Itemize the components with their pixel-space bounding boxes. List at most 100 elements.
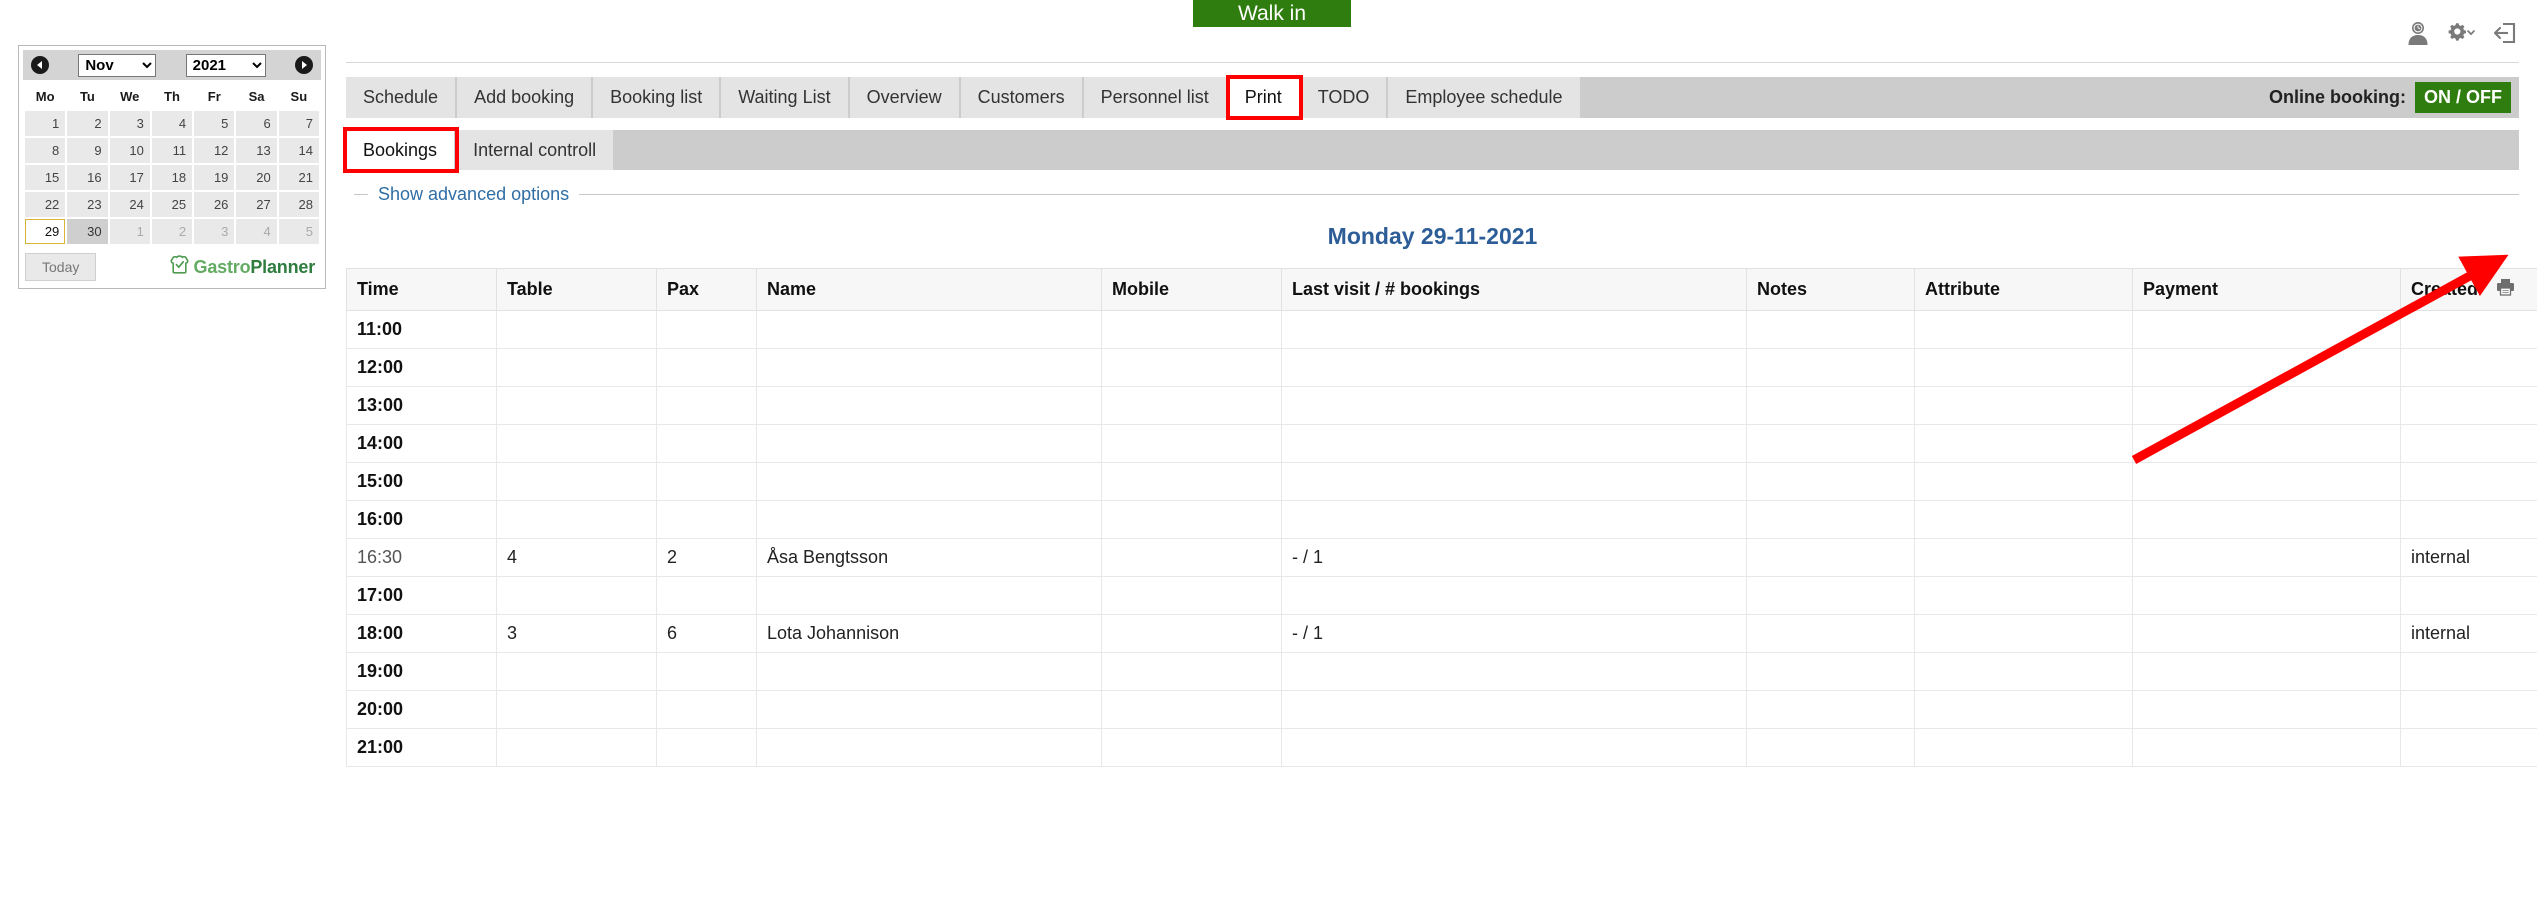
tab-todo[interactable]: TODO (1300, 77, 1389, 118)
table-row[interactable]: 18:00 3 6 Lota Johannison - / 1 internal (346, 614, 2537, 653)
show-advanced-options-link[interactable]: Show advanced options (378, 184, 569, 205)
cell-payment (2132, 500, 2401, 539)
calendar-day-18[interactable]: 18 (151, 165, 193, 190)
tab-overview[interactable]: Overview (849, 77, 961, 118)
month-select[interactable]: JanFebMarAprMayJunJulAugSepOctNovDec (78, 53, 157, 77)
calendar-day-27[interactable]: 27 (236, 192, 277, 217)
calendar-day-1[interactable]: 1 (109, 219, 150, 244)
calendar-day-20[interactable]: 20 (236, 165, 277, 190)
main-tab-bar: Schedule Add booking Booking list Waiting L… (346, 75, 2519, 120)
user-account-icon[interactable] (2405, 20, 2431, 46)
tab-schedule[interactable]: Schedule (346, 77, 458, 118)
calendar-day-11[interactable]: 11 (151, 138, 193, 163)
table-row[interactable]: 16:00 (346, 500, 2537, 539)
cell-mobile (1101, 576, 1282, 615)
cell-time: 14:00 (346, 424, 497, 463)
table-row[interactable]: 11:00 (346, 310, 2537, 349)
column-header-created: Created (2400, 268, 2537, 311)
calendar-day-3[interactable]: 3 (109, 111, 150, 136)
cell-attribute (1914, 652, 2133, 691)
table-row[interactable]: 16:30 4 2 Åsa Bengtsson - / 1 internal (346, 538, 2537, 577)
printer-icon[interactable] (2496, 278, 2515, 296)
tab-employee-schedule[interactable]: Employee schedule (1388, 77, 1582, 118)
calendar-day-29[interactable]: 29 (25, 219, 66, 244)
calendar-day-19[interactable]: 19 (194, 165, 235, 190)
calendar-day-21[interactable]: 21 (278, 165, 319, 190)
calendar-day-16[interactable]: 16 (67, 165, 108, 190)
calendar-day-2[interactable]: 2 (67, 111, 108, 136)
cell-attribute (1914, 538, 2133, 577)
calendar-day-2[interactable]: 2 (151, 219, 193, 244)
column-header-last-visit-bookings: Last visit / # bookings (1281, 268, 1747, 311)
calendar-day-6[interactable]: 6 (236, 111, 277, 136)
calendar-day-24[interactable]: 24 (109, 192, 150, 217)
cell-name: Åsa Bengtsson (756, 538, 1102, 577)
calendar-day-22[interactable]: 22 (25, 192, 66, 217)
cell-table (496, 690, 657, 729)
cell-created (2400, 690, 2537, 729)
top-bar: Walk in (0, 0, 2537, 58)
prev-month-arrow-icon[interactable] (31, 56, 49, 74)
cell-payment (2132, 728, 2401, 767)
calendar-day-10[interactable]: 10 (109, 138, 150, 163)
calendar-day-12[interactable]: 12 (194, 138, 235, 163)
subtab-bookings[interactable]: Bookings (342, 127, 460, 173)
top-icon-group (2405, 20, 2517, 46)
calendar-day-5[interactable]: 5 (194, 111, 235, 136)
table-row[interactable]: 19:00 (346, 652, 2537, 691)
calendar-day-4[interactable]: 4 (236, 219, 277, 244)
subtab-internal-controll[interactable]: Internal controll (456, 130, 616, 170)
calendar-grid: Mo Tu We Th Fr Sa Su 1 2 3 4 5 6 7 8 9 10 11 12 13 14 15 16 17… (23, 83, 321, 246)
tab-waiting-list[interactable]: Waiting List (721, 77, 850, 118)
calendar-day-14[interactable]: 14 (278, 138, 319, 163)
table-row[interactable]: 14:00 (346, 424, 2537, 463)
online-booking-toggle[interactable]: ON / OFF (2415, 82, 2511, 113)
cell-name (756, 462, 1102, 501)
bookings-table: Time Table Pax Name Mobile Last visit / # boo… (346, 268, 2537, 767)
calendar-day-3[interactable]: 3 (194, 219, 235, 244)
calendar-day-17[interactable]: 17 (109, 165, 150, 190)
calendar-weekday-row: Mo Tu We Th Fr Sa Su (25, 85, 319, 109)
calendar-weekday-fr: Fr (207, 89, 221, 104)
tab-print[interactable]: Print (1225, 75, 1303, 120)
gear-settings-icon[interactable] (2445, 20, 2477, 46)
cell-table (496, 310, 657, 349)
calendar-day-26[interactable]: 26 (194, 192, 235, 217)
calendar-week-row: 22 23 24 25 26 27 28 (25, 192, 319, 217)
cell-mobile (1101, 348, 1282, 387)
calendar-day-13[interactable]: 13 (236, 138, 277, 163)
calendar-day-15[interactable]: 15 (25, 165, 66, 190)
table-row[interactable]: 15:00 (346, 462, 2537, 501)
table-row[interactable]: 12:00 (346, 348, 2537, 387)
tab-customers[interactable]: Customers (960, 77, 1084, 118)
walk-in-button[interactable]: Walk in (1193, 0, 1351, 27)
logo-wordmark: GastroPlanner (194, 257, 316, 278)
tab-personnel-list[interactable]: Personnel list (1083, 77, 1228, 118)
calendar-day-7[interactable]: 7 (278, 111, 319, 136)
cell-pax (656, 690, 757, 729)
column-header-time: Time (346, 268, 497, 311)
calendar-day-25[interactable]: 25 (151, 192, 193, 217)
calendar-day-28[interactable]: 28 (278, 192, 319, 217)
calendar-day-30[interactable]: 30 (67, 219, 108, 244)
calendar-day-8[interactable]: 8 (25, 138, 66, 163)
calendar-weekday-we: We (120, 89, 140, 104)
calendar-day-23[interactable]: 23 (67, 192, 108, 217)
logout-icon[interactable] (2491, 21, 2517, 45)
calendar-day-9[interactable]: 9 (67, 138, 108, 163)
year-select[interactable]: 20192020202120222023 (185, 53, 266, 77)
table-row[interactable]: 17:00 (346, 576, 2537, 615)
tab-booking-list[interactable]: Booking list (593, 77, 722, 118)
calendar-day-1[interactable]: 1 (25, 111, 66, 136)
cell-time: 16:00 (346, 500, 497, 539)
today-button[interactable]: Today (25, 253, 97, 281)
calendar-day-4[interactable]: 4 (151, 111, 193, 136)
cell-pax (656, 576, 757, 615)
calendar-day-5[interactable]: 5 (278, 219, 319, 244)
tab-add-booking[interactable]: Add booking (457, 77, 594, 118)
next-month-arrow-icon[interactable] (294, 56, 313, 74)
table-row[interactable]: 21:00 (346, 728, 2537, 767)
table-row[interactable]: 13:00 (346, 386, 2537, 425)
table-row[interactable]: 20:00 (346, 690, 2537, 729)
cell-table (496, 500, 657, 539)
